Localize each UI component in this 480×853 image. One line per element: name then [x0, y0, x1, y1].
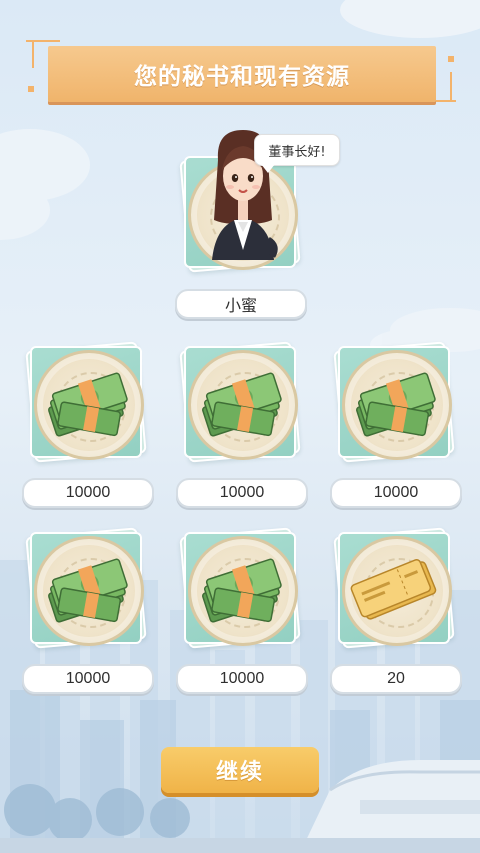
resource-value-label: 10000 [22, 478, 154, 508]
banner-decor-line [32, 40, 34, 68]
bubble-tail [261, 164, 275, 173]
resource-card-cash [25, 527, 147, 649]
resource-value: 10000 [373, 484, 419, 501]
resource-value-label: 10000 [176, 664, 308, 694]
resource-value: 10000 [219, 484, 265, 501]
cash-stack-icon [38, 366, 134, 442]
resource-card-cash [179, 527, 301, 649]
secretary-name-label: 小蜜 [175, 289, 307, 319]
cash-stack-icon [192, 552, 288, 628]
resource-card-cash [179, 341, 301, 463]
resource-card-ticket [333, 527, 455, 649]
cash-stack-icon [38, 552, 134, 628]
cash-stack-icon [192, 366, 288, 442]
resource-value-label: 10000 [22, 664, 154, 694]
title-banner: 您的秘书和现有资源 [26, 38, 456, 110]
resource-value: 10000 [219, 670, 265, 687]
secretary-name: 小蜜 [224, 298, 257, 315]
continue-button[interactable]: 继续 [161, 747, 319, 793]
greeting-bubble: 董事长好! [254, 134, 340, 173]
cash-stack-icon [346, 366, 442, 442]
resource-card-cash [25, 341, 147, 463]
resource-card-cash [333, 341, 455, 463]
resource-value: 20 [387, 670, 405, 687]
resource-value-label: 20 [330, 664, 462, 694]
resource-value: 10000 [65, 670, 111, 687]
banner-decor-dot [448, 56, 454, 62]
banner-decor-line [450, 72, 452, 102]
secretary-card [179, 130, 301, 273]
resource-value-label: 10000 [176, 478, 308, 508]
ticket-icon [346, 552, 442, 628]
banner-decor-dot [28, 86, 34, 92]
resource-value: 10000 [65, 484, 111, 501]
page-title: 您的秘书和现有资源 [134, 64, 350, 90]
greeting-text: 董事长好! [268, 144, 326, 160]
resource-value-label: 10000 [330, 478, 462, 508]
title-bar: 您的秘书和现有资源 [48, 46, 436, 102]
continue-label: 继续 [215, 760, 264, 785]
